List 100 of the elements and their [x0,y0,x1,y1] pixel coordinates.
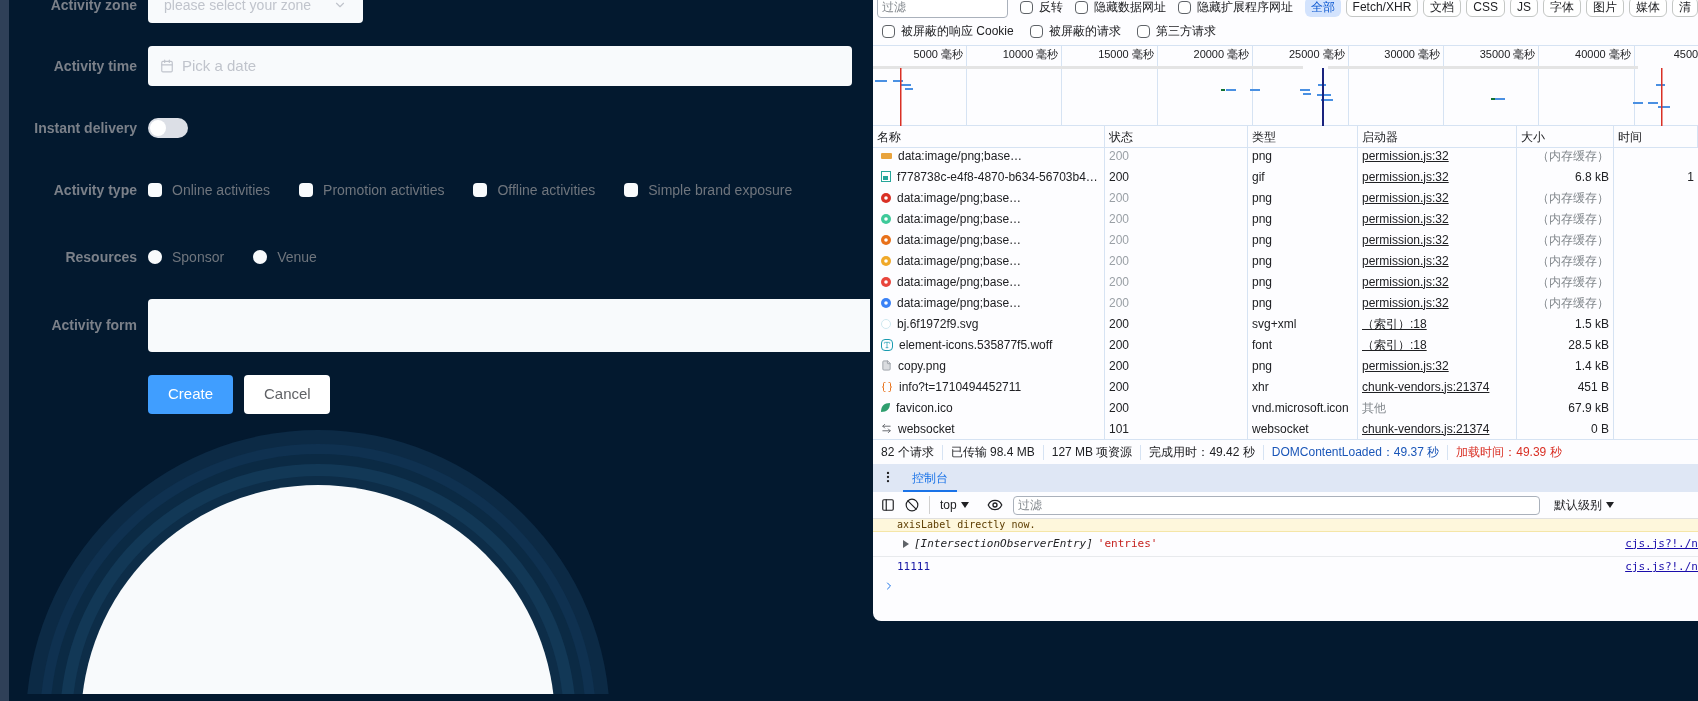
radio-button[interactable] [148,250,162,264]
expand-triangle-icon[interactable] [903,540,909,548]
request-type: gif [1252,168,1265,186]
request-name[interactable]: favicon.ico [896,398,953,417]
request-name[interactable]: bj.6f1972f9.svg [897,314,979,333]
initiator-link[interactable]: （索引）:18 [1362,314,1427,333]
field-label: Instant delivery [33,118,137,138]
checkbox-label: Promotion activities [323,180,445,200]
arrows-icon [881,423,892,434]
context-dropdown[interactable]: top [929,496,969,514]
request-name[interactable]: copy.png [898,356,946,375]
checkbox-label: 隐藏扩展程序网址 [1196,0,1293,16]
column-header[interactable]: 名称 [877,127,901,146]
checkbox[interactable] [299,183,314,197]
radio-button[interactable] [253,250,268,264]
type-filter-chip[interactable]: 文档 [1423,0,1462,17]
request-size: 67.9 kB [1568,399,1609,417]
source-link[interactable]: cjs.js?!./n [1625,559,1698,576]
type-filter-chip[interactable]: JS [1510,0,1538,17]
request-name[interactable]: websocket [898,419,955,438]
checkbox[interactable] [882,24,895,38]
request-name[interactable]: info?t=1710494452711 [899,377,1022,396]
field-label: Activity zone [49,0,137,15]
type-filter-chip[interactable]: 图片 [1586,0,1624,17]
timeline-tick-label: 20000 毫秒 [1193,49,1250,62]
checkbox[interactable] [1177,0,1191,14]
request-size: 28.5 kB [1568,336,1609,354]
level-dropdown[interactable]: 默认级别 [1553,496,1614,514]
sidebar-icon[interactable] [881,498,895,512]
request-name[interactable]: data:image/png;base… [897,272,1022,291]
request-type: png [1252,357,1273,375]
initiator-link[interactable]: permission.js:32 [1362,209,1449,228]
checkbox[interactable] [473,183,488,197]
type-filter-chip[interactable]: Fetch/XHR [1345,0,1419,17]
console-tab[interactable]: 控制台 [903,466,957,492]
checkbox-label: 第三方请求 [1155,23,1216,40]
caret-icon [1605,502,1614,508]
request-time: 1 [1687,168,1694,186]
request-name[interactable]: data:image/png;base… [897,230,1022,249]
checkbox[interactable] [624,183,639,197]
type-filter-chip[interactable]: CSS [1466,0,1505,17]
checkbox[interactable] [1074,0,1088,14]
request-type: vnd.microsoft.icon [1252,399,1349,417]
timeline-tick-label: 15000 毫秒 [1098,49,1154,62]
status-code: 200 [1109,336,1130,354]
cancel-button[interactable]: Cancel [244,375,330,414]
timeline-tick-label: 35000 毫秒 [1479,49,1536,62]
initiator-link[interactable]: permission.js:32 [1362,167,1449,186]
filter-field[interactable]: 过滤 [877,0,1008,18]
timeline-tick-label: 30000 毫秒 [1384,49,1440,62]
column-header[interactable]: 类型 [1252,127,1276,146]
console-filter-field[interactable]: 过滤 [1012,495,1540,515]
request-size: （内存缓存） [1537,273,1609,291]
toggle-switch[interactable] [148,118,188,138]
initiator-link[interactable]: permission.js:32 [1362,251,1449,270]
source-link[interactable]: cjs.js?!./n [1625,535,1698,553]
status-code: 200 [1109,231,1130,249]
request-name[interactable]: data:image/png;base… [897,188,1022,207]
column-header[interactable]: 时间 [1618,127,1642,146]
checkbox[interactable] [1029,24,1043,38]
string-value: 'entries' [1097,535,1158,552]
checkbox-label: Online activities [172,180,271,200]
request-size: 1.4 kB [1574,357,1609,375]
request-name[interactable]: data:image/png;base… [897,293,1022,312]
column-header[interactable]: 大小 [1521,127,1545,146]
initiator-link[interactable]: permission.js:32 [1362,293,1449,312]
initiator-link[interactable]: permission.js:32 [1362,188,1449,207]
request-size: （内存缓存） [1537,189,1609,207]
timeline-tick-label: 5000 毫秒 [913,49,963,62]
status-code: 200 [1109,378,1130,396]
column-header[interactable]: 状态 [1109,127,1133,146]
column-header[interactable]: 启动器 [1362,127,1398,146]
checkbox[interactable] [1019,0,1033,14]
request-name[interactable]: data:image/png;base… [897,209,1022,228]
type-filter-chip[interactable]: 全部 [1304,0,1341,17]
initiator-link[interactable]: permission.js:32 [1362,356,1449,375]
request-type: png [1252,252,1273,270]
request-name[interactable]: element-icons.535877f5.woff [899,335,1053,354]
clear-icon[interactable] [905,498,919,512]
initiator-link[interactable]: （索引）:18 [1362,335,1427,354]
status-code: 200 [1109,273,1130,291]
initiator-link[interactable]: permission.js:32 [1362,148,1449,165]
request-name[interactable]: f778738c-e4f8-4870-b634-56703b4… [897,167,1098,186]
warning-message: axisLabel directly now. [897,519,1036,531]
initiator-link[interactable]: permission.js:32 [1362,230,1449,249]
eye-icon[interactable] [986,497,1003,513]
type-filter-chip[interactable]: 媒体 [1629,0,1667,17]
initiator-link[interactable]: permission.js:32 [1362,272,1449,291]
type-filter-chip[interactable]: 字体 [1543,0,1581,17]
request-type: websocket [1252,420,1309,438]
initiator-link[interactable]: chunk-vendors.js:21374 [1362,377,1490,396]
checkbox[interactable] [1136,24,1150,38]
request-name[interactable]: data:image/png;base… [897,251,1022,270]
checkbox[interactable] [148,183,162,197]
request-size: 6.8 kB [1574,168,1609,186]
initiator-link[interactable]: chunk-vendors.js:21374 [1362,419,1490,438]
type-filter-chip[interactable]: 清 [1672,0,1698,17]
timeline-tick-label: 25000 毫秒 [1288,49,1345,62]
request-name[interactable]: data:image/png;base… [898,148,1023,165]
initiator-text: 其他 [1362,399,1386,417]
